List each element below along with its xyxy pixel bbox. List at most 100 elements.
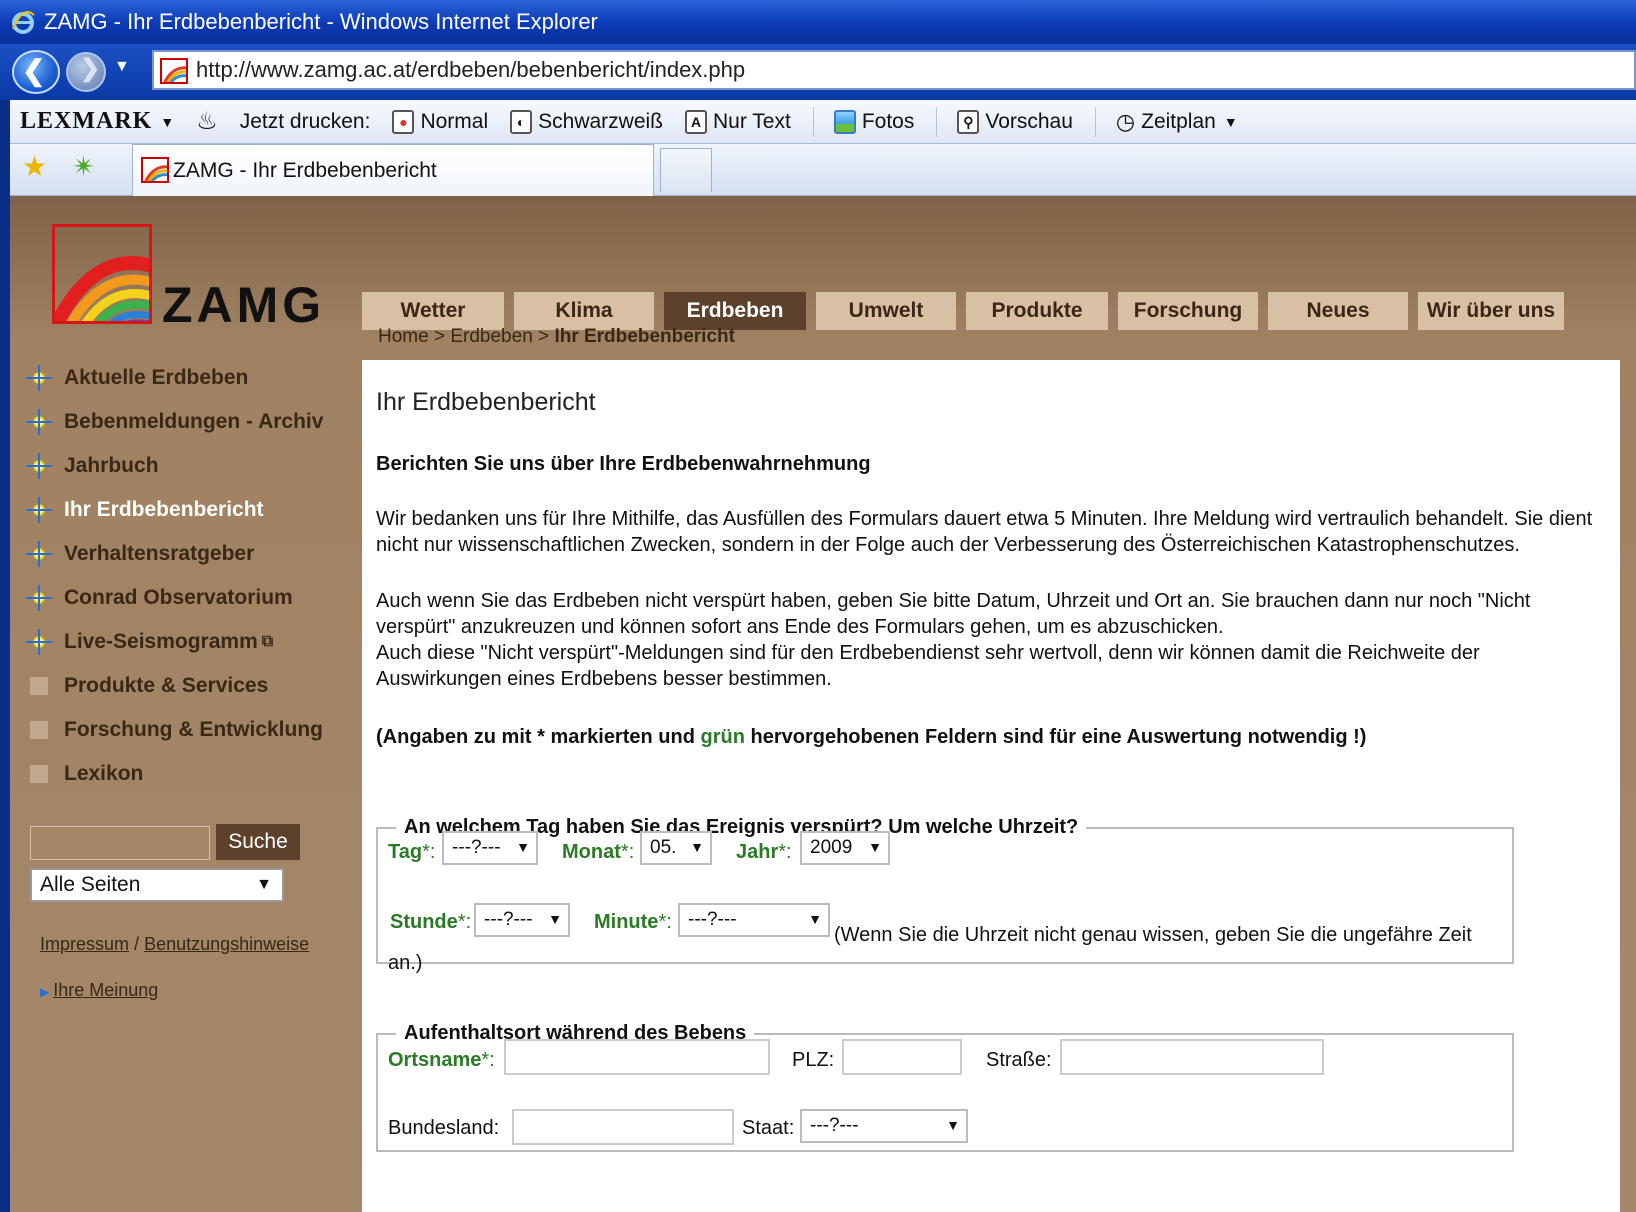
note-text-green: grün bbox=[700, 726, 745, 748]
breadcrumb-erdbeben[interactable]: Erdbeben bbox=[450, 326, 532, 347]
time-fieldset: An welchem Tag haben Sie das Ereignis ve… bbox=[376, 816, 1514, 974]
zamg-logo[interactable]: ZAMG bbox=[52, 224, 342, 334]
day-label: Tag*: bbox=[388, 841, 436, 863]
street-field[interactable] bbox=[1060, 1039, 1324, 1075]
print-preview-button[interactable]: ⚲ Vorschau bbox=[957, 109, 1073, 134]
chevron-down-icon: ▼ bbox=[946, 1117, 960, 1133]
nav-tab-umwelt[interactable]: Umwelt bbox=[816, 292, 956, 330]
site-favicon-icon bbox=[160, 58, 188, 84]
sidebar-item-produkte-services[interactable]: Produkte & Services bbox=[26, 664, 346, 708]
sidebar-item-jahrbuch[interactable]: Jahrbuch bbox=[26, 444, 346, 488]
nav-tab-klima[interactable]: Klima bbox=[514, 292, 654, 330]
sidebar-item-label: Live-Seismogramm bbox=[64, 630, 258, 653]
print-normal-button[interactable]: ● Normal bbox=[392, 109, 489, 134]
breadcrumb-current: Ihr Erdbebenbericht bbox=[554, 326, 735, 347]
back-button[interactable]: ❮ bbox=[12, 50, 60, 94]
year-select[interactable]: 2009 ▼ bbox=[800, 831, 890, 865]
month-select[interactable]: 05. ▼ bbox=[640, 831, 712, 865]
arrow-left-icon: ❮ bbox=[22, 55, 46, 86]
note-text-post: hervorgehobenen Feldern sind für eine Au… bbox=[744, 726, 1367, 748]
day-select[interactable]: ---?--- ▼ bbox=[442, 831, 538, 865]
nav-tab-wir-ueber-uns[interactable]: Wir über uns bbox=[1418, 292, 1564, 330]
state-field[interactable] bbox=[512, 1109, 734, 1145]
sidebar-item-label: Verhaltensratgeber bbox=[64, 542, 255, 565]
breadcrumb-separator: > bbox=[433, 326, 446, 347]
schedule-clock-icon: ◷ bbox=[1115, 108, 1136, 134]
schedule-button[interactable]: ◷ Zeitplan ▼ bbox=[1116, 109, 1238, 135]
place-name-field[interactable] bbox=[504, 1039, 770, 1075]
print-photos-button[interactable]: Fotos bbox=[833, 109, 915, 134]
tab-zamg[interactable]: ZAMG - Ihr Erdbebenbericht bbox=[132, 144, 654, 196]
nav-tab-produkte[interactable]: Produkte bbox=[966, 292, 1108, 330]
nav-tab-neues[interactable]: Neues bbox=[1268, 292, 1408, 330]
sidebar-item-label: Conrad Observatorium bbox=[64, 586, 293, 609]
square-bullet-icon bbox=[30, 765, 48, 783]
sidebar-item-forschung-entwicklung[interactable]: Forschung & Entwicklung bbox=[26, 708, 346, 752]
sidebar-item-label: Aktuelle Erdbeben bbox=[64, 366, 249, 389]
print-preview-label: Vorschau bbox=[985, 109, 1073, 133]
not-felt-text-2: Auch diese "Nicht verspürt"-Meldungen si… bbox=[376, 642, 1480, 690]
year-label: Jahr*: bbox=[736, 841, 792, 863]
opinion-link[interactable]: Ihre Meinung bbox=[53, 980, 158, 1000]
zip-field[interactable] bbox=[842, 1039, 962, 1075]
window-title: ZAMG - Ihr Erdbebenbericht - Windows Int… bbox=[44, 9, 598, 34]
impressum-link[interactable]: Impressum bbox=[40, 934, 129, 954]
search-scope-select[interactable]: Alle Seiten ▼ bbox=[30, 868, 284, 902]
sidebar-item-bebenmeldungen-archiv[interactable]: Bebenmeldungen - Archiv bbox=[26, 400, 346, 444]
lexmark-logo: LEXMARK bbox=[20, 108, 153, 134]
divider bbox=[812, 106, 814, 137]
logo-text: ZAMG bbox=[162, 277, 326, 333]
url-field[interactable]: http://www.zamg.ac.at/erdbeben/bebenberi… bbox=[152, 50, 1636, 90]
sidebar-item-lexikon[interactable]: Lexikon bbox=[26, 752, 346, 796]
nav-tab-erdbeben[interactable]: Erdbeben bbox=[664, 292, 806, 330]
breadcrumb-separator: > bbox=[538, 326, 550, 347]
breadcrumb-home[interactable]: Home bbox=[378, 326, 429, 347]
divider bbox=[936, 106, 938, 137]
main-content: Ihr Erdbebenbericht Berichten Sie uns üb… bbox=[362, 360, 1620, 1212]
lexmark-home-button[interactable]: ♨ bbox=[196, 107, 218, 136]
triangle-right-icon: ▶ bbox=[40, 985, 50, 999]
usage-notes-link[interactable]: Benutzungshinweise bbox=[144, 934, 309, 954]
print-text-button[interactable]: A Nur Text bbox=[685, 109, 791, 134]
nav-tab-forschung[interactable]: Forschung bbox=[1118, 292, 1258, 330]
opinion-link-row: ▶ Ihre Meinung bbox=[40, 980, 158, 1001]
tab-title: ZAMG - Ihr Erdbebenbericht bbox=[173, 158, 437, 182]
favorites-star-icon[interactable]: ★ bbox=[22, 150, 47, 183]
sidebar-item-conrad-observatorium[interactable]: Conrad Observatorium bbox=[26, 576, 346, 620]
history-dropdown-icon[interactable]: ▼ bbox=[114, 58, 130, 76]
sidebar-item-aktuelle-erdbeben[interactable]: Aktuelle Erdbeben bbox=[26, 356, 346, 400]
sidebar-navigation: Aktuelle Erdbeben Bebenmeldungen - Archi… bbox=[26, 356, 346, 796]
sidebar-item-label: Lexikon bbox=[64, 762, 144, 785]
lexmark-menu[interactable]: LEXMARK ▼ bbox=[20, 108, 174, 135]
state-label: Bundesland: bbox=[388, 1117, 500, 1139]
external-window-icon: ⧉ bbox=[261, 633, 274, 650]
address-bar: ❮ ❯ ▼ http://www.zamg.ac.at/erdbeben/beb… bbox=[0, 44, 1636, 100]
add-favorites-icon[interactable]: ✴ bbox=[72, 150, 95, 183]
country-select[interactable]: ---?--- ▼ bbox=[800, 1109, 968, 1143]
country-select-value: ---?--- bbox=[810, 1115, 859, 1136]
print-photos-label: Fotos bbox=[861, 109, 915, 133]
street-label: Straße: bbox=[986, 1049, 1052, 1071]
chevron-down-icon: ▼ bbox=[516, 839, 530, 855]
sidebar-item-verhaltensratgeber[interactable]: Verhaltensratgeber bbox=[26, 532, 346, 576]
document-bw-icon: ◐ bbox=[510, 109, 533, 134]
new-tab-button[interactable] bbox=[660, 148, 712, 192]
location-row-1: Ortsname*: PLZ: Straße: bbox=[388, 1039, 1502, 1089]
sidebar-item-label: Jahrbuch bbox=[64, 454, 159, 477]
sidebar-item-label: Produkte & Services bbox=[64, 674, 269, 697]
search-input[interactable] bbox=[30, 826, 210, 860]
sidebar-item-ihr-erdbebenbericht[interactable]: Ihr Erdbebenbericht bbox=[26, 488, 346, 532]
breadcrumb: Home > Erdbeben > Ihr Erdbebenbericht bbox=[378, 326, 735, 348]
search-button[interactable]: Suche bbox=[216, 824, 300, 860]
document-color-icon: ● bbox=[392, 109, 415, 134]
square-bullet-icon bbox=[30, 677, 48, 695]
print-now-label: Jetzt drucken: bbox=[240, 110, 371, 134]
tab-bar: ★ ✴ ZAMG - Ihr Erdbebenbericht bbox=[10, 144, 1636, 196]
sidebar-item-live-seismogramm[interactable]: Live-Seismogramm ⧉ bbox=[26, 620, 346, 664]
time-hint: (Wenn Sie die Uhrzeit nicht genau wissen… bbox=[388, 924, 1472, 974]
print-bw-label: Schwarzweiß bbox=[538, 109, 664, 133]
print-bw-button[interactable]: ◐ Schwarzweiß bbox=[510, 109, 664, 134]
nav-tab-wetter[interactable]: Wetter bbox=[362, 292, 504, 330]
forward-button[interactable]: ❯ bbox=[66, 52, 106, 92]
print-normal-label: Normal bbox=[420, 109, 489, 133]
